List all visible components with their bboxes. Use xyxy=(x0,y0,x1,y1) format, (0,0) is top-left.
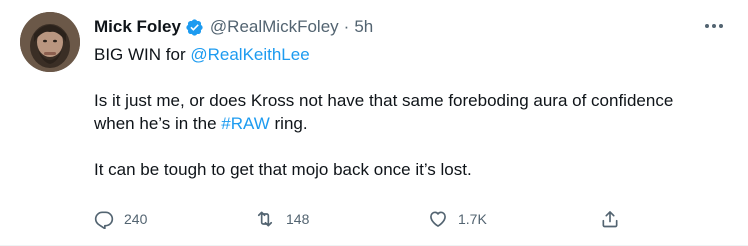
retweet-button[interactable]: 148 xyxy=(254,207,309,231)
more-icon[interactable] xyxy=(702,16,726,36)
author-handle[interactable]: @RealMickFoley xyxy=(210,17,339,37)
tweet-paragraph-3: It can be tough to get that mojo back on… xyxy=(94,160,472,179)
tweet-paragraph-2-text: Is it just me, or does Kross not have th… xyxy=(94,91,674,133)
tweet-line-1: BIG WIN for @RealKeithLee xyxy=(94,43,714,66)
header-separator: · xyxy=(343,17,350,36)
like-button[interactable]: 1.7K xyxy=(428,207,487,231)
reply-button[interactable]: 240 xyxy=(94,207,147,231)
mention-link[interactable]: @RealKeithLee xyxy=(190,45,309,64)
avatar-image xyxy=(20,12,80,72)
author-name[interactable]: Mick Foley xyxy=(94,17,181,37)
verified-badge-icon xyxy=(185,18,204,37)
tweet-actions: 240 148 1.7K xyxy=(94,207,654,231)
tweet-line-1-text: BIG WIN for xyxy=(94,45,191,64)
share-icon xyxy=(600,209,620,229)
like-count: 1.7K xyxy=(458,211,487,227)
reply-icon xyxy=(94,209,114,229)
hashtag-link[interactable]: #RAW xyxy=(221,114,270,133)
reply-count: 240 xyxy=(124,211,148,227)
tweet-paragraph-2: Is it just me, or does Kross not have th… xyxy=(94,89,714,135)
retweet-count: 148 xyxy=(286,211,310,227)
tweet-timestamp[interactable]: 5h xyxy=(354,17,373,37)
share-button[interactable] xyxy=(600,207,620,231)
tweet-text: BIG WIN for @RealKeithLee Is it just me,… xyxy=(94,43,714,181)
avatar[interactable] xyxy=(20,12,80,72)
tweet-card[interactable]: Mick Foley @RealMickFoley · 5h BIG WIN f… xyxy=(0,0,748,246)
like-icon xyxy=(428,209,448,229)
retweet-icon xyxy=(254,209,276,229)
tweet-header: Mick Foley @RealMickFoley · 5h xyxy=(94,15,373,39)
tweet-paragraph-2-end: ring. xyxy=(269,114,308,133)
